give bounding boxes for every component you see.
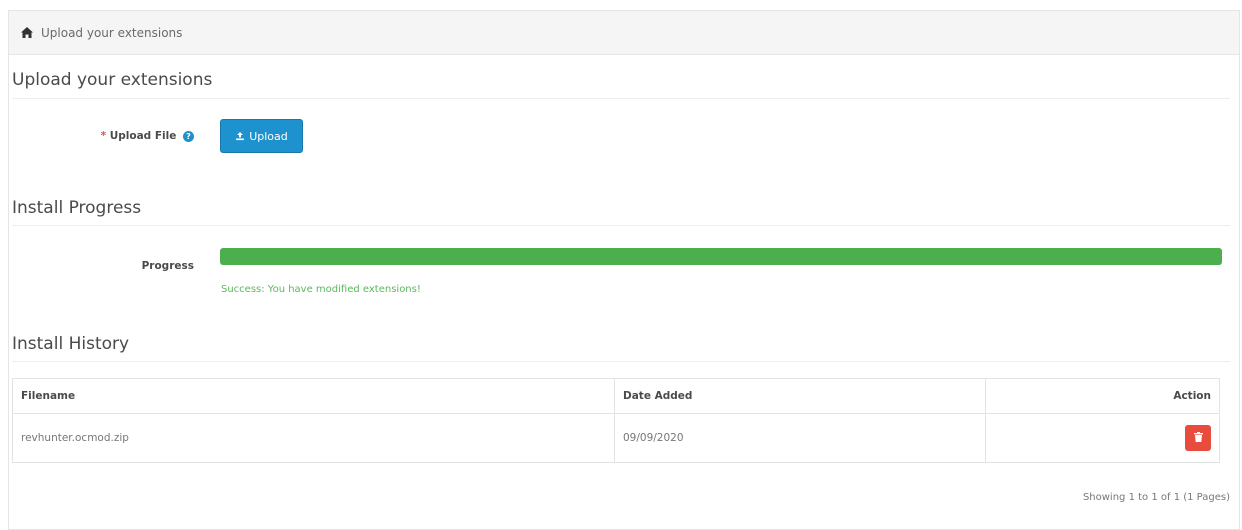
column-header-filename[interactable]: Filename (12, 378, 615, 414)
section-divider (12, 361, 1230, 362)
trash-icon (1193, 431, 1203, 445)
column-header-action: Action (985, 378, 1220, 414)
breadcrumb-label[interactable]: Upload your extensions (41, 26, 182, 40)
table-header-row: Filename Date Added Action (12, 378, 1220, 414)
upload-file-label-text: Upload File (109, 130, 177, 142)
pagination-info: Showing 1 to 1 of 1 (1 Pages) (1082, 492, 1230, 503)
delete-button[interactable] (1185, 425, 1211, 451)
breadcrumb: Upload your extensions (9, 11, 1239, 55)
progress-bar-fill (220, 248, 1222, 265)
home-icon[interactable] (21, 27, 33, 38)
upload-file-label: * Upload File ? (60, 130, 194, 142)
progress-label: Progress (141, 260, 194, 272)
table-row: revhunter.ocmod.zip 09/09/2020 (12, 413, 1220, 463)
progress-bar (220, 248, 1222, 265)
date-added-cell: 09/09/2020 (614, 413, 986, 463)
section-divider (12, 98, 1230, 99)
action-cell (985, 413, 1220, 463)
section-divider (12, 225, 1230, 226)
upload-button[interactable]: Upload (220, 119, 303, 153)
required-marker: * (100, 130, 107, 142)
success-message: Success: You have modified extensions! (221, 284, 421, 295)
upload-section-title: Upload your extensions (12, 70, 213, 90)
install-progress-title: Install Progress (12, 198, 142, 218)
question-circle-icon[interactable]: ? (183, 130, 194, 142)
upload-icon (235, 131, 245, 141)
column-header-date-added[interactable]: Date Added (614, 378, 986, 414)
install-history-title: Install History (12, 334, 130, 354)
filename-cell: revhunter.ocmod.zip (12, 413, 615, 463)
upload-button-label: Upload (249, 129, 288, 143)
install-history-table: Filename Date Added Action revhunter.ocm… (12, 378, 1220, 463)
